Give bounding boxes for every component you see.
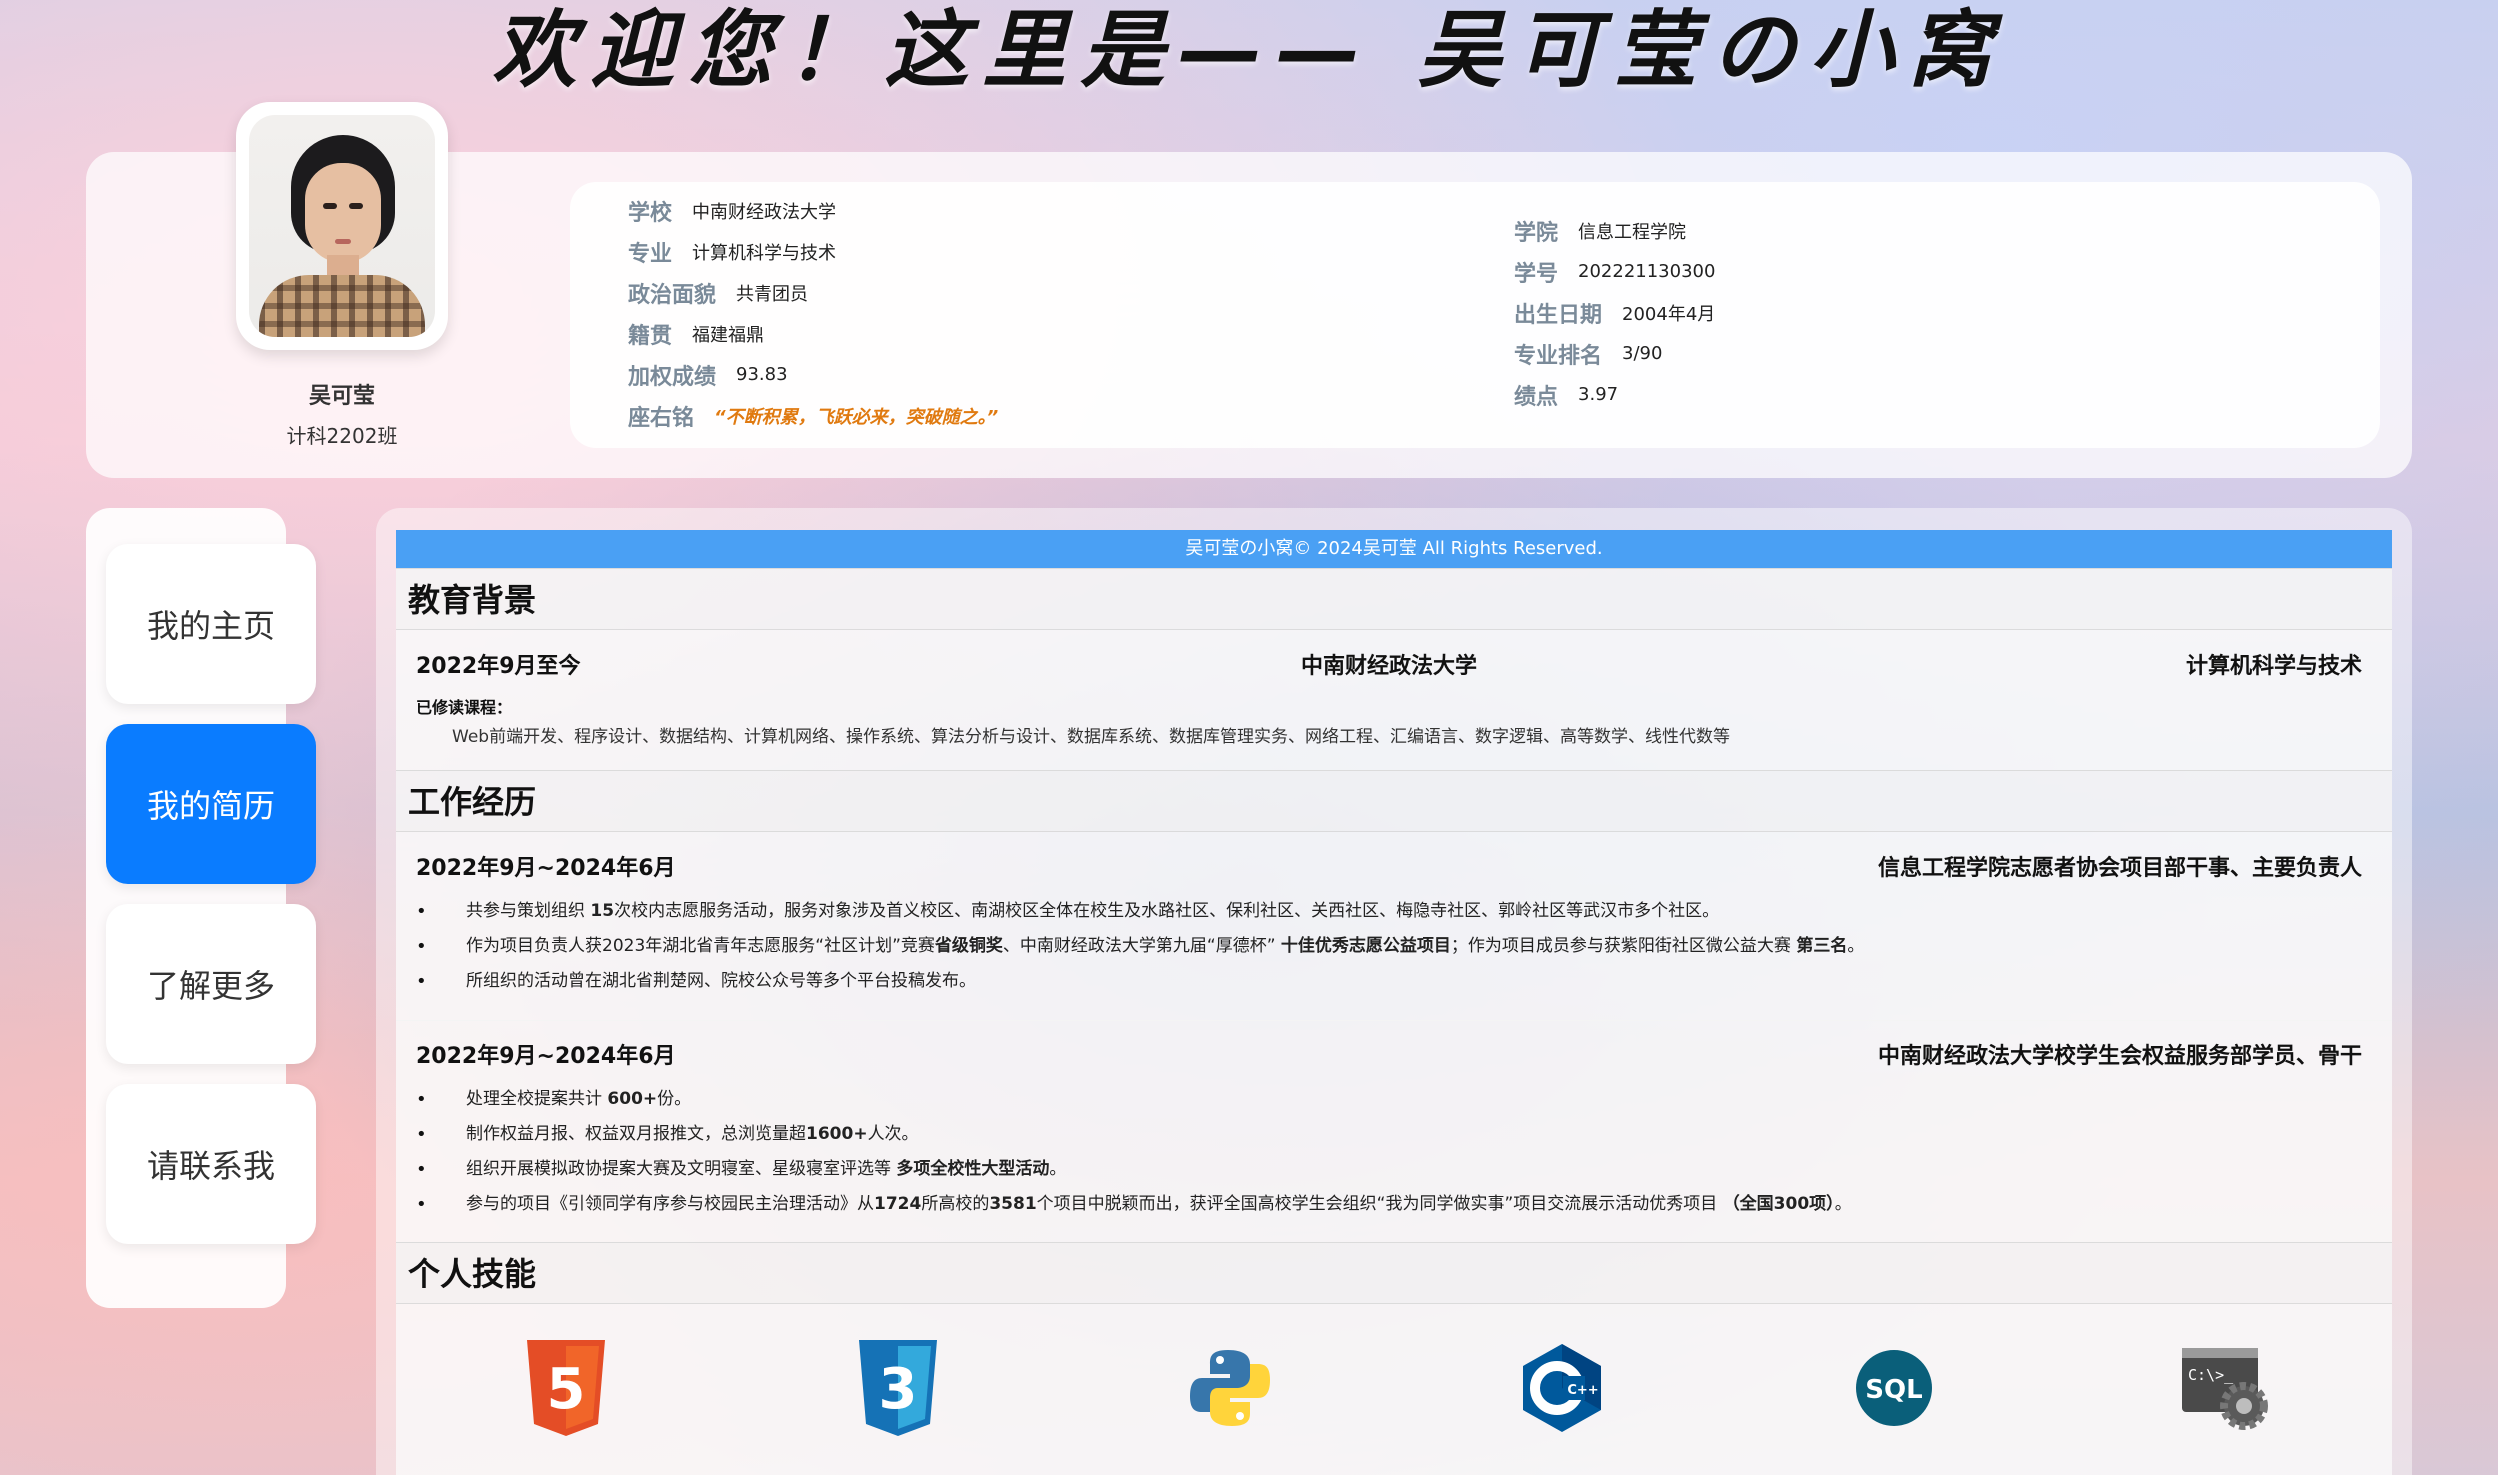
list-item: 所组织的活动曾在湖北省荆楚网、院校公众号等多个平台投稿发布。 [416, 964, 1864, 999]
profile-name: 吴可莹 [308, 384, 375, 409]
terminal-settings-icon: C:\>_ [2176, 1338, 2276, 1438]
job-block-2: 2022年9月~2024年6月 中南财经政法大学校学生会权益服务部学员、骨干 处… [396, 1020, 2392, 1243]
info-row-gpa: 绩点 3.97 [1514, 374, 1715, 415]
job-period: 2022年9月~2024年6月 [416, 1044, 676, 1069]
info-row-major: 专业 计算机科学与技术 [628, 231, 998, 272]
nav-item-more[interactable]: 了解更多 [106, 904, 316, 1064]
list-item: 处理全校提案共计 600+份。 [416, 1082, 1852, 1117]
info-right-column: 学院 信息工程学院 学号 202221130300 出生日期 2004年4月 专业排名… [1514, 210, 1715, 415]
skills-block [396, 1304, 2392, 1475]
svg-text:C:\>_: C:\>_ [2188, 1366, 2234, 1384]
profile-class: 计科2202班 [286, 424, 398, 448]
list-item: 组织开展模拟政协提案大赛及文明寝室、星级寝室评选等 多项全校性大型活动。 [416, 1152, 1852, 1187]
info-row-politics: 政治面貌 共青团员 [628, 272, 998, 313]
job-block-1: 2022年9月~2024年6月 信息工程学院志愿者协会项目部干事、主要负责人 共… [396, 832, 2392, 1021]
info-key: 学院 [1514, 220, 1559, 246]
courses-list: Web前端开发、程序设计、数据结构、计算机网络、操作系统、算法分析与设计、数据库… [452, 727, 1731, 747]
list-item: 作为项目负责人获2023年湖北省青年志愿服务“社区计划”竞赛省级铜奖、中南财经政… [416, 929, 1864, 964]
education-major: 计算机科学与技术 [2185, 654, 2362, 679]
nav-item-contact[interactable]: 请联系我 [106, 1084, 316, 1244]
python-icon [1180, 1338, 1280, 1438]
info-key: 加权成绩 [628, 364, 717, 390]
info-value: 93.83 [736, 364, 788, 385]
info-row-student-id: 学号 202221130300 [1514, 251, 1715, 292]
info-row-college: 学院 信息工程学院 [1514, 210, 1715, 251]
avatar [236, 102, 448, 350]
skills-heading: 个人技能 [396, 1242, 2392, 1304]
info-row-rank: 专业排名 3/90 [1514, 333, 1715, 374]
info-key: 籍贯 [628, 323, 673, 349]
info-row-school: 学校 中南财经政法大学 [628, 190, 998, 231]
info-key: 学号 [1514, 261, 1559, 287]
info-key: 政治面貌 [628, 282, 717, 308]
info-key: 座右铭 [628, 405, 695, 431]
profile-info-panel: 学校 中南财经政法大学 专业 计算机科学与技术 政治面貌 共青团员 籍贯 福建福鼎 加权… [570, 182, 2380, 448]
education-school: 中南财经政法大学 [1300, 654, 1477, 679]
info-value: 3/90 [1622, 343, 1663, 364]
job-bullets: 共参与策划组织 15次校内志愿服务活动，服务对象涉及首义校区、南湖校区全体在校生… [416, 894, 1864, 999]
work-heading: 工作经历 [396, 770, 2392, 832]
cpp-icon: C++ [1512, 1338, 1612, 1438]
nav-item-home[interactable]: 我的主页 [106, 544, 316, 704]
side-nav: 我的主页 我的简历 了解更多 请联系我 [86, 508, 316, 1308]
svg-text:3: 3 [879, 1357, 918, 1422]
courses-label: 已修读课程： [416, 698, 513, 717]
svg-text:C++: C++ [1567, 1383, 1598, 1398]
copyright-banner: 吴可莹の小窝© 2024吴可莹 All Rights Reserved. [396, 530, 2392, 568]
info-row-motto: 座右铭 “不断积累，飞跃必来，突破随之。” [628, 395, 998, 436]
svg-text:SQL: SQL [1865, 1375, 1922, 1405]
education-heading: 教育背景 [396, 568, 2392, 630]
info-row-weighted-score: 加权成绩 93.83 [628, 354, 998, 395]
info-key: 出生日期 [1514, 302, 1603, 328]
list-item: 制作权益月报、权益双月报推文，总浏览量超1600+人次。 [416, 1117, 1852, 1152]
list-item: 参与的项目《引领同学有序参与校园民主治理活动》从1724所高校的3581个项目中… [416, 1187, 1852, 1222]
page-title: 欢迎您！这里是—— 吴可莹の小窝 [492, 1, 2006, 99]
job-role: 中南财经政法大学校学生会权益服务部学员、骨干 [1877, 1044, 2362, 1069]
info-key: 绩点 [1514, 384, 1559, 410]
info-value: 中南财经政法大学 [692, 201, 837, 223]
html5-icon: 5 [516, 1338, 616, 1438]
job-period: 2022年9月~2024年6月 [416, 856, 676, 881]
education-block: 2022年9月至今 中南财经政法大学 计算机科学与技术 已修读课程： Web前端… [396, 630, 2392, 771]
info-key: 学校 [628, 200, 673, 226]
svg-text:5: 5 [547, 1357, 586, 1422]
info-left-column: 学校 中南财经政法大学 专业 计算机科学与技术 政治面貌 共青团员 籍贯 福建福鼎 加权… [628, 190, 998, 436]
info-value: 计算机科学与技术 [692, 242, 837, 264]
info-value: 福建福鼎 [692, 324, 765, 346]
info-value: 3.97 [1578, 384, 1619, 405]
info-key: 专业 [628, 241, 673, 267]
info-value: 信息工程学院 [1578, 221, 1687, 243]
info-row-birth: 出生日期 2004年4月 [1514, 292, 1715, 333]
css3-icon: 3 [848, 1338, 948, 1438]
info-key: 专业排名 [1514, 343, 1603, 369]
info-value: 2004年4月 [1622, 303, 1716, 325]
sql-icon: SQL [1844, 1338, 1944, 1438]
info-row-hometown: 籍贯 福建福鼎 [628, 313, 998, 354]
info-value: 202221130300 [1578, 261, 1716, 282]
list-item: 共参与策划组织 15次校内志愿服务活动，服务对象涉及首义校区、南湖校区全体在校生… [416, 894, 1864, 929]
job-role: 信息工程学院志愿者协会项目部干事、主要负责人 [1877, 856, 2362, 881]
info-value: 共青团员 [736, 283, 809, 305]
job-bullets: 处理全校提案共计 600+份。 制作权益月报、权益双月报推文，总浏览量超1600… [416, 1082, 1852, 1222]
resume-content: 吴可莹の小窝© 2024吴可莹 All Rights Reserved. 教育背… [376, 508, 2412, 1475]
info-value-motto: “不断积累，飞跃必来，突破随之。” [714, 406, 999, 428]
nav-item-resume[interactable]: 我的简历 [106, 724, 316, 884]
avatar-photo [249, 115, 435, 337]
